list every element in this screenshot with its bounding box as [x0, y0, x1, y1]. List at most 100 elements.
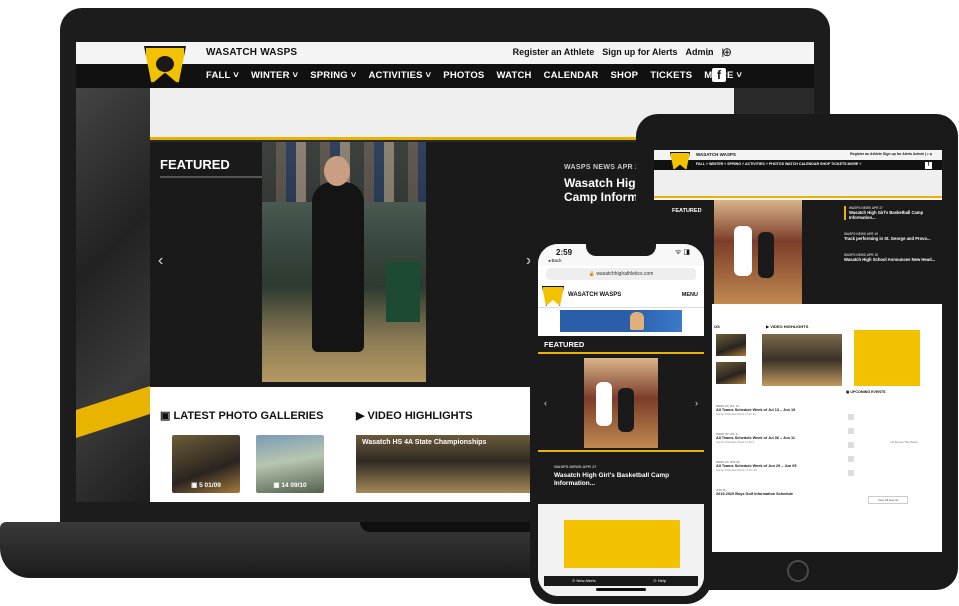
tablet-video-thumbnail[interactable]	[762, 334, 842, 386]
nav-item-activities[interactable]: ACTIVITIES ˅	[368, 70, 431, 81]
featured-underline	[160, 176, 270, 178]
tablet-story-list: WASPS NEWS APR 27 Wasatch High Girl's Ba…	[844, 206, 942, 274]
device-mockup-stage: WASATCH WASPS Register an Athlete Sign u…	[0, 0, 959, 606]
nav-item-watch[interactable]: WATCH	[496, 70, 531, 81]
story-title: Wasatch High Girl's Basketball Camp Info…	[849, 210, 924, 220]
schedule-sub: Sports Schedule Week of Jul 6	[716, 440, 755, 444]
story-title: Track performing in St. George and Provo…	[844, 236, 931, 241]
phone-wasp-logo[interactable]	[542, 286, 564, 306]
tablet-photo-section-title[interactable]: OS	[714, 324, 720, 329]
video-caption: Wasatch HS 4A State Championships	[362, 439, 487, 446]
phone-notch	[586, 244, 656, 256]
nav-item-shop[interactable]: SHOP	[610, 70, 638, 81]
phone-home-indicator	[596, 588, 646, 591]
phone-ad-banner[interactable]	[560, 310, 682, 332]
school-name[interactable]: WASATCH WASPS	[206, 47, 297, 58]
view-all-events-button[interactable]: View All Events	[868, 496, 908, 504]
tablet-school-name[interactable]: WASATCH WASPS	[696, 152, 736, 157]
tablet-gallery-thumbnail[interactable]	[716, 362, 746, 384]
phone-address-bar[interactable]: 🔒 wasatchhighathletics.com	[546, 268, 696, 280]
phone-back-link[interactable]: ◂ Back	[548, 258, 562, 264]
ad-person-image	[630, 312, 644, 330]
tablet-facebook-icon[interactable]: f	[925, 162, 932, 169]
phone-school-name[interactable]: WASATCH WASPS	[568, 292, 621, 298]
tablet-ad-banner	[654, 170, 942, 198]
phone-next-icon[interactable]: ›	[695, 398, 698, 408]
phone-site-header: WASATCH WASPS MENU	[538, 284, 704, 308]
photo-player-white	[734, 226, 752, 276]
featured-news-meta: WASPS NEWS APR 27	[564, 164, 644, 171]
tablet-story-item[interactable]: WASPS NEWS APR 16 Track performing in St…	[844, 232, 942, 241]
nav-item-photos[interactable]: PHOTOS	[443, 70, 484, 81]
upcoming-row-icon	[848, 456, 854, 462]
featured-label: FEATURED	[160, 157, 230, 172]
phone-clock: 2:59	[556, 248, 573, 257]
photo-player-white	[596, 382, 612, 426]
schedule-item[interactable]: WEEK OF JUN 29 All Teams Schedule Week o…	[716, 460, 836, 472]
schedule-item[interactable]: WEEK OF JUL 6 All Teams Schedule Week of…	[716, 432, 836, 444]
schedule-item[interactable]: JUN 15 2019-2020 Boys Golf Information S…	[716, 488, 836, 496]
upcoming-row-icon	[848, 428, 854, 434]
carousel-prev-icon[interactable]: ‹	[158, 252, 163, 270]
video-thumbnail[interactable]: Wasatch HS 4A State Championships	[356, 435, 536, 493]
tablet-nav: FALL ˅ WINTER ˅ SPRING ˅ ACTIVITIES ˅ PH…	[654, 160, 942, 170]
photo-galleries-heading[interactable]: ▣ LATEST PHOTO GALLERIES	[160, 409, 323, 422]
phone-featured-photo[interactable]	[584, 358, 658, 448]
tablet-featured-label: FEATURED	[672, 208, 702, 214]
utility-links: Register an Athlete Sign up for Alerts A…	[513, 47, 724, 57]
tablet-story-item[interactable]: WASPS NEWS APR 27 Wasatch High Girl's Ba…	[844, 206, 942, 220]
no-events-text: No Events This Week	[890, 440, 918, 444]
tablet-story-item[interactable]: WASPS NEWS APR 15 Wasatch High School An…	[844, 253, 942, 262]
video-highlights-heading[interactable]: ▶ VIDEO HIGHLIGHTS	[356, 409, 473, 422]
gallery-thumbnail[interactable]: ▣ 14 09/10	[256, 435, 324, 493]
help-button[interactable]: ⊙ Help	[653, 578, 666, 583]
tablet-video-section-title[interactable]: ▶ VIDEO HIGHLIGHTS	[766, 324, 808, 329]
photo-galleries-title: LATEST PHOTO GALLERIES	[173, 410, 324, 422]
phone-news-meta: WASPS NEWS APR 27	[554, 464, 597, 469]
phone-sponsor-block	[564, 520, 680, 568]
video-highlights-title: VIDEO HIGHLIGHTS	[367, 410, 473, 422]
phone-news-card[interactable]: WASPS NEWS APR 27 Wasatch High Girl's Ba…	[538, 452, 704, 504]
schedule-sub: Sports Schedule Week of Jul 13	[716, 412, 756, 416]
phone-news-title: Wasatch High Girl's Basketball Camp Info…	[554, 472, 670, 487]
gallery-thumbnail-caption: ▣ 5 01/09	[191, 482, 221, 489]
tablet-utility-links[interactable]: Register an Athlete Sign up for Alerts A…	[850, 152, 932, 156]
phone-screen: 2:59 ◂ Back ᯤ ◨ 🔒 wasatchhighathletics.c…	[538, 244, 704, 596]
photo-coach	[312, 182, 364, 352]
schedule-item[interactable]: WEEK OF JUL 13 All Teams Schedule Week o…	[716, 404, 836, 416]
phone-battery-icon: ᯤ ◨	[675, 249, 690, 256]
phone-lower-content: ⊙ New Alerts ⊙ Help	[538, 504, 704, 596]
photo-player-black	[758, 232, 774, 278]
nav-item-spring[interactable]: SPRING ˅	[310, 70, 356, 81]
gallery-thumbnail[interactable]: ▣ 5 01/09	[172, 435, 240, 493]
alerts-signup-link[interactable]: Sign up for Alerts	[602, 47, 677, 57]
main-nav: FALL ˅ WINTER ˅ SPRING ˅ ACTIVITIES ˅ PH…	[76, 64, 814, 88]
register-athlete-link[interactable]: Register an Athlete	[513, 47, 595, 57]
nav-item-winter[interactable]: WINTER ˅	[251, 70, 298, 81]
gallery-icon: ▣	[160, 410, 171, 422]
phone-menu-button[interactable]: MENU	[682, 292, 698, 298]
photo-banner	[386, 262, 420, 322]
photo-player-black	[618, 388, 634, 432]
tablet-featured-photo[interactable]	[714, 200, 802, 304]
nav-item-fall[interactable]: FALL ˅	[206, 70, 239, 81]
featured-photo[interactable]	[262, 142, 426, 382]
tablet-gallery-thumbnail[interactable]	[716, 334, 746, 356]
new-alerts-button[interactable]: ⊙ New Alerts	[572, 578, 596, 583]
nav-item-tickets[interactable]: TICKETS	[650, 70, 692, 81]
story-title: Wasatch High School Announces New Head..…	[844, 257, 936, 262]
tablet-schedule-list: WEEK OF JUL 13 All Teams Schedule Week o…	[716, 404, 836, 512]
nav-item-calendar[interactable]: CALENDAR	[544, 70, 599, 81]
phone-bottom-bar: ⊙ New Alerts ⊙ Help	[544, 576, 698, 586]
globe-icon[interactable]: ⊕	[722, 45, 732, 60]
utility-icons: ⌕ ⊕	[707, 45, 732, 60]
phone-prev-icon[interactable]: ‹	[544, 398, 547, 408]
facebook-icon[interactable]: f	[712, 68, 726, 82]
phone-featured-label: FEATURED	[544, 340, 585, 349]
play-icon: ▶	[356, 410, 365, 422]
background-pattern	[76, 88, 150, 502]
search-icon[interactable]: ⌕	[707, 45, 714, 60]
tablet-nav-items[interactable]: FALL ˅ WINTER ˅ SPRING ˅ ACTIVITIES ˅ PH…	[696, 162, 861, 166]
phone-featured-carousel: FEATURED ‹ ›	[538, 336, 704, 456]
tablet-home-button[interactable]	[787, 560, 809, 582]
